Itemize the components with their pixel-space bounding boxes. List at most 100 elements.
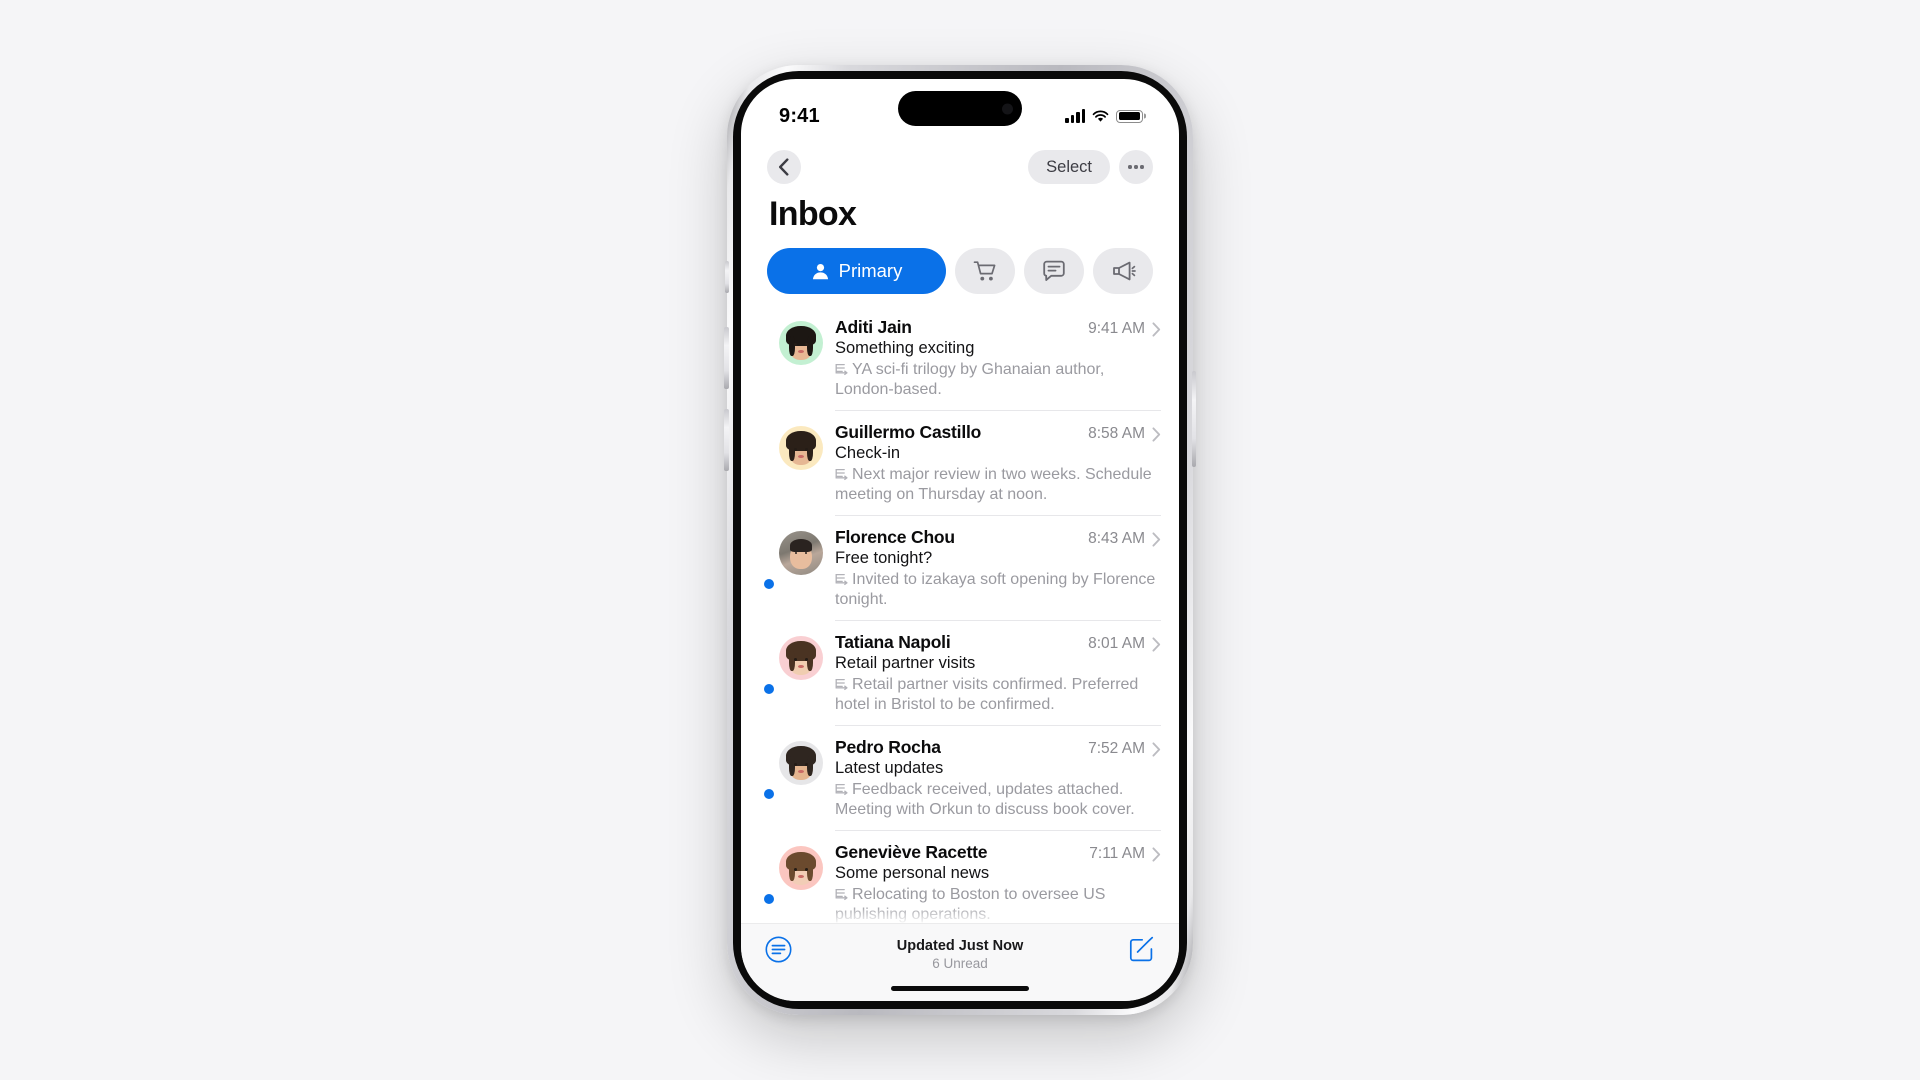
sender-name: Florence Chou: [835, 527, 955, 548]
email-row[interactable]: Aditi Jain 9:41 AM Something exciting YA sc…: [741, 306, 1179, 412]
email-preview-text: Invited to izakaya soft opening by Flore…: [835, 571, 1156, 608]
email-preview: YA sci-fi trilogy by Ghanaian author, Lo…: [835, 360, 1161, 399]
email-subject: Check-in: [835, 444, 901, 463]
email-preview-text: YA sci-fi trilogy by Ghanaian author, Lo…: [835, 361, 1105, 398]
chevron-right-icon: [1152, 427, 1161, 442]
email-row[interactable]: Pedro Rocha 7:52 AM Latest updates Feedback…: [741, 726, 1179, 832]
unread-indicator-slot: [759, 842, 779, 923]
status-indicators: [1065, 108, 1143, 123]
unread-dot: [764, 894, 774, 905]
timestamp: 8:01 AM: [1088, 635, 1145, 653]
wifi-icon: [1092, 110, 1109, 122]
filter-button[interactable]: [765, 936, 792, 963]
select-button[interactable]: Select: [1028, 150, 1110, 184]
battery-icon: [1116, 109, 1143, 123]
timestamp: 8:58 AM: [1088, 425, 1145, 443]
email-preview-text: Retail partner visits confirmed. Preferr…: [835, 676, 1139, 713]
email-subject: Free tonight?: [835, 549, 933, 568]
chevron-right-icon: [1152, 742, 1161, 757]
disclosure-chevron[interactable]: [1152, 532, 1161, 547]
power-button[interactable]: [1191, 371, 1196, 467]
volume-up-button[interactable]: [724, 327, 729, 389]
summary-icon: [835, 469, 848, 481]
chevron-right-icon: [1152, 532, 1161, 547]
email-row-header: Aditi Jain 9:41 AM: [835, 317, 1161, 338]
disclosure-chevron[interactable]: [1152, 322, 1161, 337]
email-preview-text: Relocating to Boston to oversee US publi…: [835, 886, 1106, 923]
person-icon: [812, 263, 828, 279]
avatar[interactable]: [779, 321, 823, 366]
disclosure-chevron[interactable]: [1152, 427, 1161, 442]
email-preview: Next major review in two weeks. Schedule…: [835, 465, 1161, 504]
summary-icon: [835, 364, 848, 376]
page-title: Inbox: [769, 195, 857, 233]
avatar[interactable]: [779, 636, 823, 681]
unread-indicator-slot: [759, 737, 779, 831]
email-row-meta: 7:52 AM: [1078, 740, 1161, 758]
email-preview: Invited to izakaya soft opening by Flore…: [835, 570, 1161, 609]
email-row-header: Guillermo Castillo 8:58 AM: [835, 422, 1161, 443]
cellular-bars-icon: [1065, 108, 1085, 123]
unread-indicator-slot: [759, 632, 779, 726]
email-row-header: Pedro Rocha 7:52 AM: [835, 737, 1161, 758]
more-options-button[interactable]: [1119, 150, 1153, 184]
unread-indicator-slot: [759, 317, 779, 411]
sender-name: Geneviève Racette: [835, 842, 988, 863]
navigation-bar: Select: [741, 137, 1179, 189]
email-row-meta: 7:11 AM: [1079, 845, 1161, 863]
timestamp: 8:43 AM: [1088, 530, 1145, 548]
disclosure-chevron[interactable]: [1152, 742, 1161, 757]
chevron-left-icon: [779, 158, 789, 176]
email-row-meta: 8:58 AM: [1078, 425, 1161, 443]
timestamp: 7:11 AM: [1089, 845, 1145, 863]
email-preview-text: Next major review in two weeks. Schedule…: [835, 466, 1152, 503]
home-indicator[interactable]: [891, 986, 1029, 991]
compose-button[interactable]: [1128, 936, 1155, 963]
avatar[interactable]: [779, 531, 823, 576]
avatar[interactable]: [779, 846, 823, 891]
email-row[interactable]: Geneviève Racette 7:11 AM Some personal ne…: [741, 831, 1179, 923]
chevron-right-icon: [1152, 847, 1161, 862]
disclosure-chevron[interactable]: [1152, 637, 1161, 652]
summary-icon: [835, 679, 848, 691]
front-camera-icon: [1002, 103, 1013, 114]
chevron-right-icon: [1152, 322, 1161, 337]
back-button[interactable]: [767, 150, 801, 184]
tab-updates[interactable]: [1093, 248, 1153, 295]
email-preview: Relocating to Boston to oversee US publi…: [835, 885, 1161, 923]
unread-dot: [764, 789, 774, 800]
email-list-container[interactable]: Aditi Jain 9:41 AM Something exciting YA sc…: [741, 306, 1179, 923]
compose-icon: [1129, 936, 1154, 962]
disclosure-chevron[interactable]: [1152, 847, 1161, 862]
email-row-meta: 9:41 AM: [1078, 320, 1161, 338]
unread-dot: [764, 684, 774, 695]
silence-switch[interactable]: [724, 261, 729, 293]
email-row-body: Geneviève Racette 7:11 AM Some personal ne…: [835, 842, 1161, 923]
email-row-body: Florence Chou 8:43 AM Free tonight? Invited…: [835, 527, 1161, 622]
tab-promotions[interactable]: [955, 248, 1015, 295]
tab-primary-label: Primary: [838, 260, 903, 282]
phone-frame: 9:41 Select Inbox Primary Aditi Jain 9:4…: [724, 65, 1196, 1015]
tab-primary[interactable]: Primary: [767, 248, 946, 295]
phone-screen: 9:41 Select Inbox Primary Aditi Jain 9:4…: [741, 79, 1179, 1001]
ellipsis-icon: [1128, 165, 1144, 169]
email-preview: Feedback received, updates attached. Mee…: [835, 780, 1161, 819]
volume-down-button[interactable]: [724, 409, 729, 471]
email-row-header: Tatiana Napoli 8:01 AM: [835, 632, 1161, 653]
chat-bubble-icon: [1043, 260, 1065, 281]
unread-dot: [764, 579, 774, 590]
summary-icon: [835, 889, 848, 901]
avatar[interactable]: [779, 741, 823, 786]
email-row[interactable]: Guillermo Castillo 8:58 AM Check-in Next ma…: [741, 411, 1179, 517]
email-row-body: Aditi Jain 9:41 AM Something exciting YA sc…: [835, 317, 1161, 412]
email-preview-text: Feedback received, updates attached. Mee…: [835, 781, 1135, 818]
unread-count: 6 Unread: [932, 956, 988, 972]
sender-name: Aditi Jain: [835, 317, 912, 338]
unread-indicator-slot: [759, 422, 779, 516]
email-row[interactable]: Florence Chou 8:43 AM Free tonight? Invited…: [741, 516, 1179, 622]
megaphone-icon: [1112, 261, 1136, 280]
tab-social[interactable]: [1024, 248, 1084, 295]
unread-indicator-slot: [759, 527, 779, 621]
email-row[interactable]: Tatiana Napoli 8:01 AM Retail partner visi…: [741, 621, 1179, 727]
avatar[interactable]: [779, 426, 823, 471]
